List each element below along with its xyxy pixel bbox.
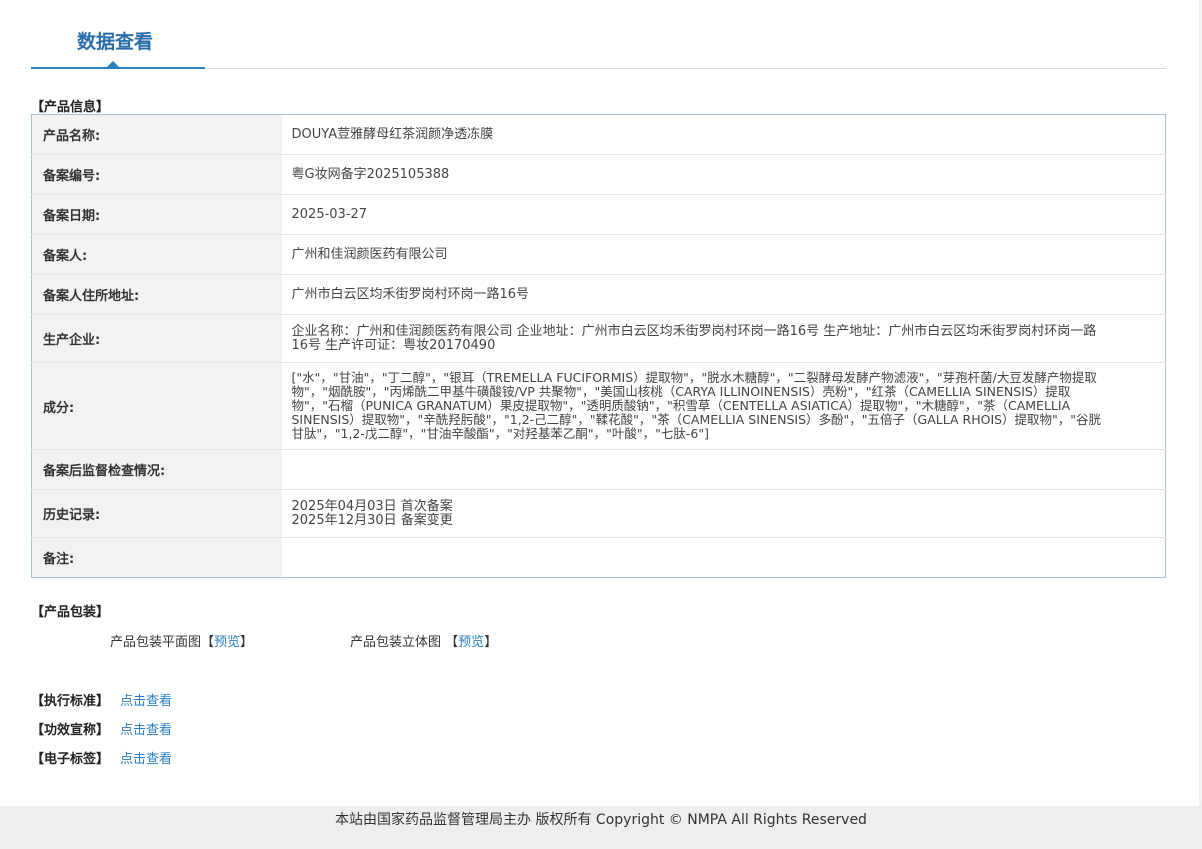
tab-caret-icon [106,61,120,68]
table-row: 备案后监督检查情况: [31,449,1166,490]
package-flat-preview-link[interactable]: 预览 [214,635,240,650]
package-solid-label: 产品包装立体图 [350,635,442,650]
registrant-value: 广州和佳润颜医药有限公司 [281,234,1166,275]
manufacturer-value: 企业名称：广州和佳润颜医药有限公司 企业地址：广州市白云区均禾街罗岗村环岗一路1… [281,314,1166,363]
section-exec-standard: 【执行标准】 [31,694,110,709]
ingredients-value: ["水"，"甘油"，"丁二醇"，"银耳（TREMELLA FUCIFORMIS）… [281,362,1166,450]
package-flat-item: 产品包装平面图【预览】 [110,631,253,650]
table-row: 历史记录: 2025年04月03日 首次备案 2025年12月30日 备案变更 [31,489,1166,538]
history-value: 2025年04月03日 首次备案 2025年12月30日 备案变更 [281,489,1166,538]
row-label: 生产企业: [31,314,282,363]
product-info-table: 产品名称: DOUYA荳雅酵母红茶润颜净透冻膜 备案编号: 粤G妆网备字2025… [31,114,1166,578]
table-row: 备案编号: 粤G妆网备字2025105388 [31,154,1166,195]
row-label: 备案编号: [31,154,282,195]
tab-data-view[interactable]: 数据查看 [77,27,153,54]
table-row: 成分: ["水"，"甘油"，"丁二醇"，"银耳（TREMELLA FUCIFOR… [31,362,1166,450]
exec-standard-view-link[interactable]: 点击查看 [120,690,172,709]
record-number-value: 粤G妆网备字2025105388 [281,154,1166,195]
footer: 本站由国家药品监督管理局主办 版权所有 Copyright © NMPA All… [0,806,1202,849]
table-row: 备案人住所地址: 广州市白云区均禾街罗岗村环岗一路16号 [31,274,1166,315]
package-solid-item: 产品包装立体图 【预览】 [350,631,497,650]
package-solid-preview-link[interactable]: 预览 [458,635,484,650]
section-efficacy-claim: 【功效宣称】 [31,723,110,738]
row-label: 备案人: [31,234,282,275]
section-e-label: 【电子标签】 [31,752,110,767]
row-label: 产品名称: [31,114,282,155]
table-row: 备案人: 广州和佳润颜医药有限公司 [31,234,1166,275]
history-entry: 2025年04月03日 首次备案 [291,498,453,514]
package-flat-label: 产品包装平面图 [110,635,202,650]
tab-bar: 数据查看 [31,0,1166,70]
remarks-value [282,538,1166,578]
row-label: 备案人住所地址: [31,274,282,315]
bracket-close: 】 [240,635,254,650]
row-label: 历史记录: [31,489,282,538]
bracket-open: 【 [445,635,459,650]
section-product-info: 【产品信息】 [31,100,110,115]
registrant-address-value: 广州市白云区均禾街罗岗村环岗一路16号 [281,274,1166,315]
e-label-view-link[interactable]: 点击查看 [120,748,172,767]
history-entry: 2025年12月30日 备案变更 [291,512,453,528]
section-product-package: 【产品包装】 [31,605,110,620]
table-row: 备注: [31,537,1166,578]
record-date-value: 2025-03-27 [281,194,1166,235]
row-label: 备案后监督检查情况: [31,449,282,490]
product-name-value: DOUYA荳雅酵母红茶润颜净透冻膜 [281,114,1166,155]
row-label: 成分: [31,362,282,450]
row-label: 备注: [31,537,282,578]
footer-copyright: 本站由国家药品监督管理局主办 版权所有 Copyright © NMPA All… [335,812,867,828]
efficacy-claim-view-link[interactable]: 点击查看 [120,719,172,738]
table-row: 产品名称: DOUYA荳雅酵母红茶润颜净透冻膜 [31,114,1166,155]
inspection-value [281,449,1166,490]
table-row: 备案日期: 2025-03-27 [31,194,1166,235]
row-label: 备案日期: [31,194,282,235]
bracket-close: 】 [484,635,498,650]
bracket-open: 【 [201,635,215,650]
table-row: 生产企业: 企业名称：广州和佳润颜医药有限公司 企业地址：广州市白云区均禾街罗岗… [31,314,1166,363]
